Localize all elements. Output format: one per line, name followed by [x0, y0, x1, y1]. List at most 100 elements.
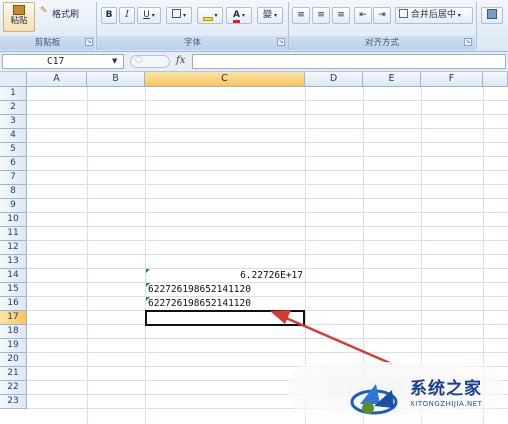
- row-header[interactable]: 23: [0, 395, 27, 409]
- row-header[interactable]: 3: [0, 115, 27, 129]
- row-header[interactable]: 11: [0, 227, 27, 241]
- row-header[interactable]: 4: [0, 129, 27, 143]
- font-color-button[interactable]: A ▾: [226, 7, 252, 24]
- ribbon: 粘贴 ✎ 格式刷 剪贴板 ↘ B I U ▾ ▾ ▾ A ▾ 變 ▾ 字体 ↘ …: [0, 0, 508, 52]
- row-header[interactable]: 17: [0, 311, 27, 325]
- phonetic-glyph: 變: [263, 10, 273, 20]
- number-format-icon: [487, 9, 497, 19]
- align-right-button[interactable]: ≡: [332, 7, 350, 24]
- formula-bar: C17 ▼ ◌ fx: [0, 52, 508, 72]
- column-header-a[interactable]: A: [27, 72, 87, 87]
- grid-line: [27, 142, 508, 143]
- column-header-c[interactable]: C: [145, 72, 305, 87]
- merge-center-button[interactable]: 合并后居中 ▾: [395, 7, 473, 24]
- row-header[interactable]: 20: [0, 353, 27, 367]
- row-header[interactable]: 9: [0, 199, 27, 213]
- italic-button[interactable]: I: [119, 7, 135, 24]
- grid-line: [27, 170, 508, 171]
- alignment-launcher-icon[interactable]: ↘: [464, 38, 472, 46]
- alignment-group-label: 对齐方式: [289, 36, 475, 50]
- grid-line: [27, 100, 508, 101]
- clipboard-group-label: 剪贴板: [0, 36, 95, 50]
- cell-c16[interactable]: 622726198652141120: [148, 297, 251, 311]
- row-header[interactable]: 22: [0, 381, 27, 395]
- row-header[interactable]: 14: [0, 269, 27, 283]
- row-header[interactable]: 7: [0, 171, 27, 185]
- paste-icon: [13, 5, 25, 15]
- row-header[interactable]: 16: [0, 297, 27, 311]
- paste-button[interactable]: 粘贴: [3, 2, 35, 32]
- select-all-corner[interactable]: [0, 72, 27, 87]
- watermark-title: 系统之家: [410, 379, 482, 399]
- column-header-d[interactable]: D: [305, 72, 363, 87]
- border-button[interactable]: ▾: [166, 7, 192, 24]
- fill-color-button[interactable]: ▾: [197, 7, 223, 24]
- column-header-e[interactable]: E: [363, 72, 421, 87]
- cancel-icon: ◌: [135, 55, 143, 65]
- row-header[interactable]: 21: [0, 367, 27, 381]
- row-header[interactable]: 12: [0, 241, 27, 255]
- chevron-down-icon[interactable]: ▼: [112, 54, 117, 69]
- row-header[interactable]: 1: [0, 87, 27, 101]
- merge-center-label: 合并后居中: [410, 10, 456, 20]
- row-header[interactable]: 5: [0, 143, 27, 157]
- row-header[interactable]: 13: [0, 255, 27, 269]
- grid-line: [27, 352, 508, 353]
- name-box[interactable]: C17: [2, 54, 124, 69]
- watermark-url: XITONGZHIJIA.NET: [410, 400, 483, 408]
- align-center-icon: ≡: [317, 10, 325, 20]
- increase-indent-button[interactable]: ⇥: [373, 7, 391, 24]
- increase-indent-icon: ⇥: [378, 10, 386, 20]
- clipboard-launcher-icon[interactable]: ↘: [85, 38, 93, 46]
- cell-c14[interactable]: 6.22726E+17: [146, 269, 303, 283]
- merge-icon: [399, 9, 408, 18]
- cell-c15[interactable]: 622726198652141120: [148, 283, 251, 297]
- watermark-logo-icon: [350, 384, 398, 415]
- column-header-next[interactable]: [483, 72, 508, 87]
- chevron-down-icon: ▾: [455, 12, 461, 19]
- paintbrush-icon: ✎: [40, 6, 48, 16]
- align-left-icon: ≡: [297, 10, 305, 20]
- chevron-down-icon: ▾: [149, 12, 155, 19]
- grid-line: [27, 254, 508, 255]
- chevron-down-icon: ▾: [272, 12, 277, 19]
- decrease-indent-button[interactable]: ⇤: [354, 7, 372, 24]
- chevron-down-icon: ▾: [240, 12, 245, 19]
- active-cell-c17[interactable]: [145, 310, 305, 326]
- grid-line: [27, 212, 508, 213]
- grid-line: [27, 128, 508, 129]
- phonetic-button[interactable]: 變 ▾: [257, 7, 283, 24]
- grid-line: [27, 114, 508, 115]
- row-header[interactable]: 19: [0, 339, 27, 353]
- row-header[interactable]: 2: [0, 101, 27, 115]
- chevron-down-icon: ▾: [181, 12, 186, 19]
- row-header[interactable]: 10: [0, 213, 27, 227]
- column-header-f[interactable]: F: [421, 72, 483, 87]
- grid-line: [27, 184, 508, 185]
- row-header[interactable]: 6: [0, 157, 27, 171]
- grid-line: [87, 87, 88, 424]
- row-header[interactable]: 18: [0, 325, 27, 339]
- align-right-icon: ≡: [337, 10, 345, 20]
- formula-controls[interactable]: ◌: [130, 55, 170, 68]
- row-header[interactable]: 15: [0, 283, 27, 297]
- row-header[interactable]: 8: [0, 185, 27, 199]
- border-icon: [172, 9, 182, 18]
- align-center-button[interactable]: ≡: [312, 7, 330, 24]
- font-launcher-icon[interactable]: ↘: [277, 38, 285, 46]
- underline-button[interactable]: U ▾: [137, 7, 161, 24]
- align-left-button[interactable]: ≡: [292, 7, 310, 24]
- underline-glyph: U: [143, 10, 150, 20]
- decrease-indent-icon: ⇤: [359, 10, 367, 20]
- grid-line: [27, 198, 508, 199]
- bold-button[interactable]: B: [101, 7, 117, 24]
- grid-line: [27, 338, 508, 339]
- formula-input[interactable]: [192, 54, 506, 69]
- chevron-down-icon: ▾: [212, 12, 218, 19]
- grid-line: [27, 226, 508, 227]
- insert-function-icon[interactable]: fx: [176, 55, 185, 66]
- font-group-label: 字体: [97, 36, 288, 50]
- number-format-button[interactable]: [481, 7, 503, 24]
- column-header-b[interactable]: B: [87, 72, 145, 87]
- grid-line: [145, 87, 146, 424]
